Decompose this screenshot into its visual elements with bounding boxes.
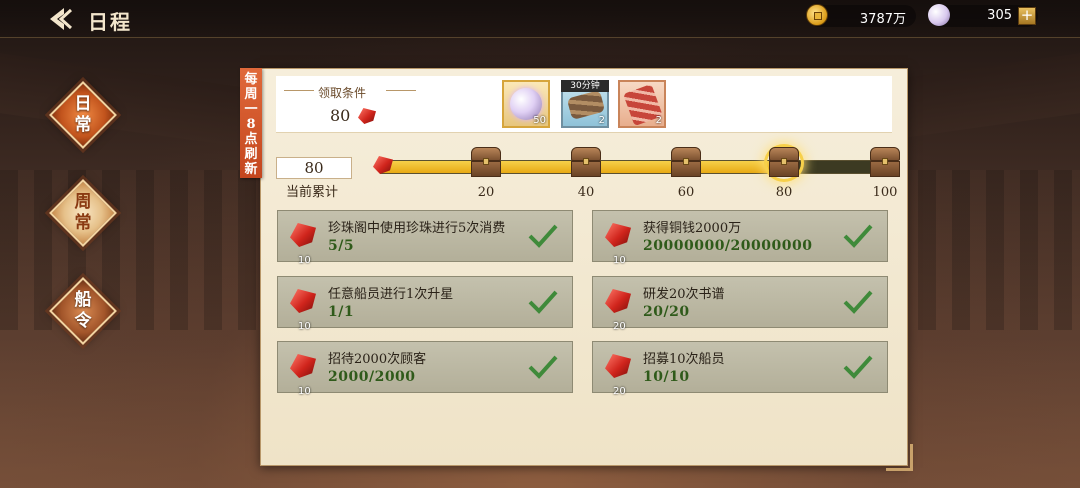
milestone-label: 80: [775, 185, 793, 200]
progress-track: [380, 160, 890, 174]
pearl-counter: 305 +: [928, 4, 1038, 27]
coin-value: 3787万: [859, 12, 906, 27]
reward-count: 50: [533, 115, 546, 126]
checkmark-icon: [843, 355, 873, 379]
task-points: 20: [613, 321, 626, 332]
task-points: 10: [298, 321, 311, 332]
task-points: 10: [298, 386, 311, 397]
task-points: 20: [613, 386, 626, 397]
task-card[interactable]: 20 研发20次书谱 20/20: [592, 276, 888, 332]
tab-ship-order[interactable]: 船 令: [48, 276, 118, 346]
task-progress: 5/5: [328, 238, 355, 254]
chest-60[interactable]: [669, 147, 703, 179]
gem-icon: [290, 223, 316, 247]
gem-icon: [605, 289, 631, 313]
gem-icon: [605, 354, 631, 378]
reward-pearl[interactable]: 50: [502, 80, 550, 128]
task-gem: 20: [599, 285, 637, 332]
task-title: 珍珠阁中使用珍珠进行5次消费: [328, 221, 506, 236]
refresh-ribbon: 每周一8点刷新: [240, 68, 262, 178]
duration-tag: 30分钟: [561, 80, 609, 92]
checkmark-icon: [528, 290, 558, 314]
chest-20[interactable]: [469, 147, 503, 179]
task-gem: 10: [284, 350, 322, 397]
top-bar: 日程 3787万 305 +: [0, 0, 1080, 38]
reward-count: 2: [598, 115, 605, 126]
background-roof-left: [0, 47, 280, 153]
divider: [284, 90, 314, 91]
task-progress: 2000/2000: [328, 369, 416, 385]
task-progress: 20/20: [643, 304, 690, 320]
milestone-label: 60: [677, 185, 695, 200]
chest-80[interactable]: [767, 147, 801, 179]
tab-ship-order-label: 船 令: [74, 290, 92, 331]
condition-title: 领取条件: [318, 86, 367, 100]
task-gem: 10: [284, 219, 322, 266]
task-card[interactable]: 10 任意船员进行1次升星 1/1: [277, 276, 573, 332]
current-value-box: 80: [276, 157, 352, 179]
copper-coin-icon: [806, 4, 828, 26]
task-progress: 10/10: [643, 369, 690, 385]
game-screen: 日程 3787万 305 + 日 常 周 常 船 令 每周一8点刷新 领取条件 …: [0, 0, 1080, 488]
add-pearl-button[interactable]: +: [1018, 7, 1036, 25]
reward-meat[interactable]: 2: [618, 80, 666, 128]
checkmark-icon: [528, 355, 558, 379]
condition-amount: 80: [330, 106, 351, 125]
checkmark-icon: [528, 224, 558, 248]
chest-100[interactable]: [868, 147, 902, 179]
task-title: 获得铜钱2000万: [643, 221, 742, 236]
task-title: 招待2000次顾客: [328, 352, 427, 367]
task-title: 招募10次船员: [643, 352, 725, 367]
gem-icon: [605, 223, 631, 247]
task-card[interactable]: 20 招募10次船员 10/10: [592, 341, 888, 397]
checkmark-icon: [843, 290, 873, 314]
task-title: 任意船员进行1次升星: [328, 287, 454, 302]
task-progress: 1/1: [328, 304, 355, 320]
current-total-label: 当前累计: [286, 185, 339, 200]
gem-icon: [290, 354, 316, 378]
task-gem: 10: [284, 285, 322, 332]
checkmark-icon: [843, 224, 873, 248]
back-arrow-icon[interactable]: [44, 6, 74, 32]
reward-count: 2: [655, 115, 662, 126]
tab-daily-label: 日 常: [74, 94, 92, 135]
task-title: 研发20次书谱: [643, 287, 725, 302]
divider: [386, 90, 416, 91]
pearl-value: 305: [987, 8, 1012, 23]
tab-daily[interactable]: 日 常: [48, 80, 118, 150]
chest-40[interactable]: [569, 147, 603, 179]
pearl-icon: [928, 4, 950, 26]
task-gem: 20: [599, 350, 637, 397]
milestone-label: 40: [577, 185, 595, 200]
task-points: 10: [613, 255, 626, 266]
coin-counter: 3787万: [806, 4, 916, 27]
task-card[interactable]: 10 获得铜钱2000万 20000000/20000000: [592, 210, 888, 266]
task-gem: 10: [599, 219, 637, 266]
task-card[interactable]: 10 珍珠阁中使用珍珠进行5次消费 5/5: [277, 210, 573, 266]
task-progress: 20000000/20000000: [643, 238, 813, 254]
task-card[interactable]: 10 招待2000次顾客 2000/2000: [277, 341, 573, 397]
tab-weekly[interactable]: 周 常: [48, 178, 118, 248]
tab-weekly-label: 周 常: [74, 192, 92, 233]
gem-icon: [290, 289, 316, 313]
task-points: 10: [298, 255, 311, 266]
page-title: 日程: [88, 10, 132, 34]
milestone-label: 100: [872, 185, 898, 200]
milestone-label: 20: [477, 185, 495, 200]
